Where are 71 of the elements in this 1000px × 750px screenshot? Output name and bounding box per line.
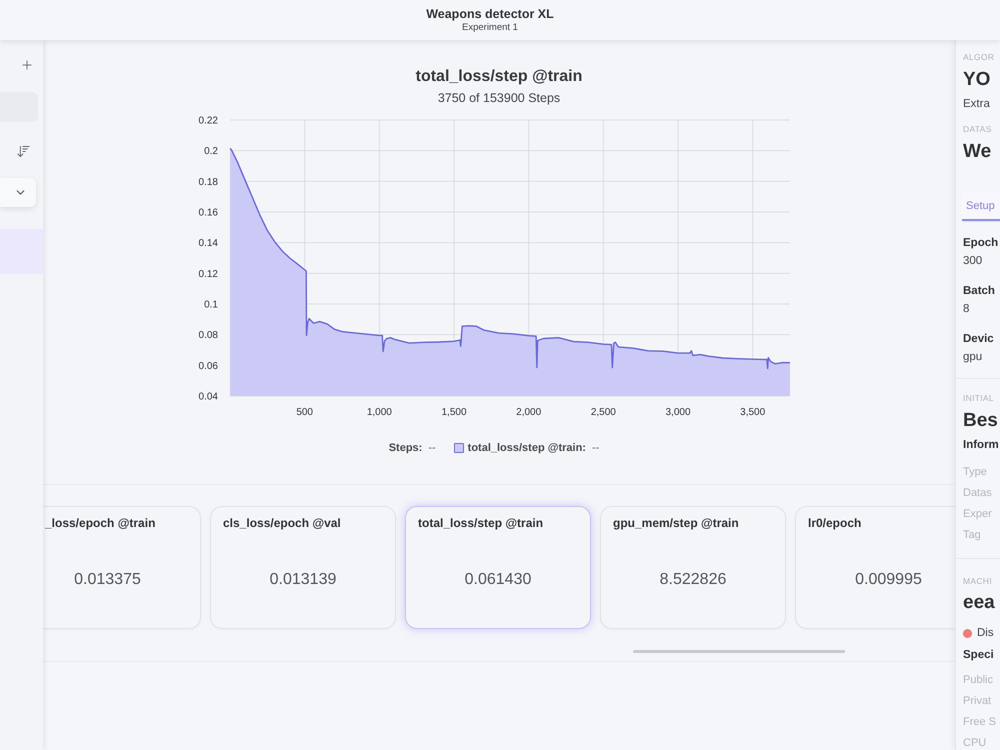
- info-label: Tag: [963, 528, 981, 542]
- x-axis-label: 1,000: [366, 407, 392, 418]
- metric-card[interactable]: cls_loss/epoch @val 0.013139: [210, 506, 396, 629]
- info-label: Type: [963, 466, 987, 478]
- description-text: Extra: [963, 97, 990, 111]
- spec-label: Public: [963, 674, 993, 687]
- spec-label: Privat: [963, 695, 992, 708]
- field-label: Batch: [963, 284, 995, 298]
- x-axis-label: 1,500: [441, 407, 467, 418]
- status-text: Dis: [977, 626, 994, 640]
- info-label: Datas: [963, 486, 992, 500]
- section-label: DATAS: [963, 125, 992, 134]
- x-axis-label: 500: [296, 407, 313, 418]
- field-value: 8: [963, 302, 970, 316]
- metric-value: 0.009995: [855, 570, 922, 590]
- legend-label: total_loss/step @train:: [468, 441, 586, 456]
- chart-subtitle: 3750 of 153900 Steps: [438, 90, 560, 106]
- field-label: Devic: [963, 332, 994, 346]
- field-label: Epoch: [963, 236, 998, 250]
- x-axis-label: 3,500: [740, 407, 766, 418]
- x-axis-label: 2,500: [590, 407, 616, 418]
- section-title: YO: [963, 68, 990, 92]
- spec-label: CPU: [963, 737, 986, 750]
- legend-swatch-icon: [454, 443, 464, 453]
- metric-title: gpu_mem/step @train: [612, 516, 739, 530]
- metric-title: total_loss/step @train: [417, 516, 544, 530]
- metric-card[interactable]: gpu_mem/step @train 8.522826: [600, 506, 786, 629]
- section-title: Bes: [963, 408, 998, 432]
- y-axis-label: 0.14: [198, 238, 218, 250]
- section-label: INITIAL: [963, 394, 994, 402]
- metric-title: _loss/epoch @train: [44, 516, 156, 530]
- x-axis-label: 3,000: [665, 407, 691, 418]
- sort-icon[interactable]: [16, 144, 31, 159]
- spec-label: Free S: [963, 716, 996, 729]
- experiment-subtitle: Experiment 1: [462, 22, 518, 34]
- section-title: eea: [963, 591, 995, 615]
- info-heading: Inform: [963, 438, 999, 452]
- metric-value: 0.061430: [464, 570, 532, 590]
- y-axis-label: 0.04: [198, 392, 218, 402]
- metric-title: lr0/epoch: [807, 516, 862, 530]
- chart-title: total_loss/step @train: [416, 68, 582, 86]
- metric-card[interactable]: total_loss/step @train 0.061430: [405, 506, 591, 629]
- horizontal-scrollbar[interactable]: [633, 650, 845, 653]
- metric-card[interactable]: _loss/epoch @train 0.013375: [43, 506, 201, 629]
- field-value: gpu: [963, 350, 982, 364]
- metric-value: 8.522826: [660, 570, 726, 590]
- y-axis-label: 0.08: [198, 330, 218, 342]
- y-axis-label: 0.22: [198, 116, 218, 126]
- field-value: 300: [963, 254, 982, 268]
- specs-heading: Speci: [963, 648, 994, 662]
- y-axis-label: 0.1: [204, 300, 218, 310]
- metric-title: cls_loss/epoch @val: [222, 516, 341, 530]
- x-axis-label: 2,000: [516, 407, 542, 418]
- y-axis-label: 0.06: [198, 360, 218, 372]
- section-label: ALGOR: [963, 53, 994, 62]
- metric-card[interactable]: lr0/epoch 0.009995: [795, 506, 955, 629]
- metric-value: 0.013375: [74, 570, 141, 590]
- info-label: Exper: [963, 508, 992, 520]
- y-axis-label: 0.12: [198, 268, 218, 280]
- y-axis-label: 0.16: [198, 208, 218, 218]
- legend-label: Steps:: [388, 441, 422, 456]
- y-axis-label: 0.2: [204, 146, 218, 158]
- y-axis-label: 0.18: [198, 176, 218, 188]
- plus-icon[interactable]: [20, 58, 34, 72]
- metric-value: 0.013139: [270, 570, 336, 590]
- legend-value: --: [592, 441, 600, 456]
- dropdown-field[interactable]: [0, 178, 36, 207]
- section-title: We: [963, 140, 992, 164]
- project-title: Weapons detector XL: [426, 6, 554, 22]
- legend-value: --: [428, 441, 436, 456]
- section-label: MACHI: [963, 577, 992, 586]
